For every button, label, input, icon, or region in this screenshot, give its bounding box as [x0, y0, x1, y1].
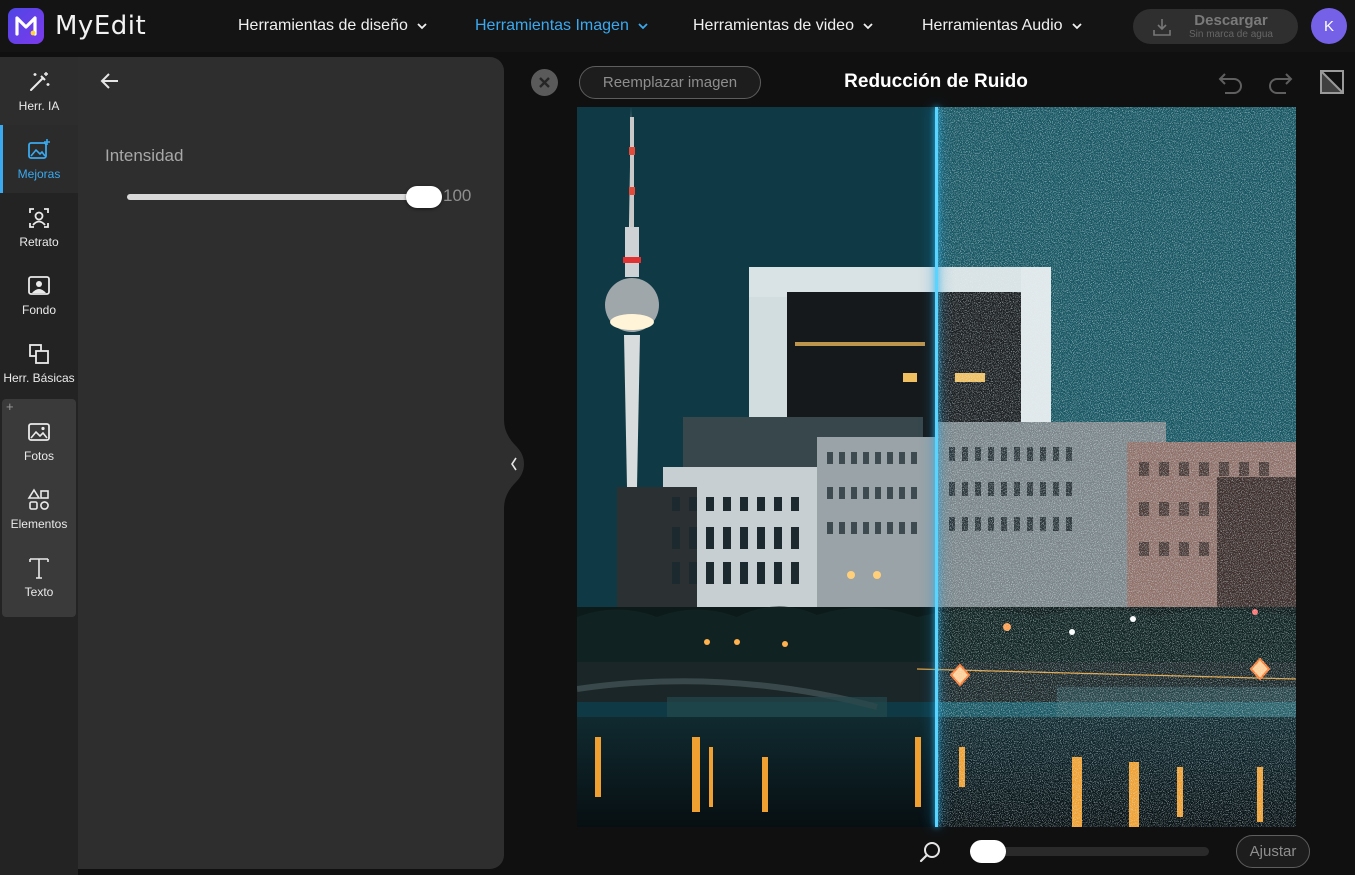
fit-button[interactable]: Ajustar — [1236, 835, 1310, 868]
nav-image-tools[interactable]: Herramientas Imagen — [475, 0, 649, 52]
compare-icon[interactable] — [1317, 67, 1347, 97]
top-bar: MyEdit Herramientas de diseño Herramient… — [0, 0, 1355, 52]
myedit-logo-icon — [8, 8, 44, 44]
rail-label: Mejoras — [17, 167, 61, 181]
download-icon — [1153, 19, 1171, 36]
nav-label: Herramientas de video — [693, 17, 854, 34]
app-name: MyEdit — [55, 11, 147, 41]
page-title: Reducción de Ruido — [844, 71, 1028, 92]
text-icon — [29, 558, 49, 579]
nav-design-tools[interactable]: Herramientas de diseño — [238, 0, 428, 52]
download-button[interactable]: Descargar Sin marca de agua — [1133, 9, 1298, 44]
rail-label: Fondo — [21, 303, 57, 317]
rail-label: Herr. IA — [18, 99, 60, 113]
settings-panel: Intensidad 100 — [78, 57, 504, 869]
rail-label: Texto — [24, 585, 54, 599]
rail-item-enhancements[interactable]: Mejoras — [0, 125, 78, 193]
portrait-icon — [29, 208, 49, 228]
rail-item-background[interactable]: Fondo — [0, 261, 78, 329]
close-icon — [539, 77, 550, 88]
rail-label: Herr. Básicas — [3, 371, 75, 385]
search-icon[interactable] — [917, 839, 943, 865]
replace-image-button[interactable]: Reemplazar imagen — [579, 66, 761, 99]
nav-label: Herramientas de diseño — [238, 17, 408, 34]
rail-item-ai-tools[interactable]: Herr. IA — [0, 57, 78, 125]
chevron-down-icon — [863, 23, 873, 30]
comparison-split-handle[interactable] — [934, 107, 938, 827]
nav-audio-tools[interactable]: Herramientas Audio — [922, 0, 1083, 52]
download-label: Descargar — [1194, 12, 1268, 29]
image-sparkle-icon — [28, 139, 50, 159]
shapes-icon — [27, 488, 49, 510]
download-sublabel: Sin marca de agua — [1189, 29, 1273, 40]
rail-item-photos[interactable]: Fotos — [0, 407, 78, 475]
rail-label: Retrato — [19, 235, 59, 249]
rail-item-basic-tools[interactable]: Herr. Básicas — [0, 329, 78, 397]
rail-item-portrait[interactable]: Retrato — [0, 193, 78, 261]
crop-copy-icon — [29, 344, 49, 364]
logo[interactable]: MyEdit — [8, 8, 146, 44]
zoom-slider-thumb[interactable] — [970, 840, 1006, 863]
close-image-button[interactable] — [531, 69, 558, 96]
collapse-panel-handle[interactable] — [504, 420, 524, 508]
chevron-down-icon — [417, 23, 427, 30]
nav-label: Herramientas Audio — [922, 17, 1063, 34]
tool-rail: Herr. IA Mejoras Retrato Fondo Herr. Bás… — [0, 57, 78, 875]
intensity-label: Intensidad — [105, 146, 184, 165]
intensity-slider-thumb[interactable] — [406, 186, 442, 208]
back-arrow-icon[interactable] — [98, 69, 122, 93]
nav-video-tools[interactable]: Herramientas de video — [693, 0, 874, 52]
rail-item-elements[interactable]: Elementos — [0, 475, 78, 543]
photo-icon — [28, 423, 50, 441]
chevron-down-icon — [1071, 23, 1082, 30]
rail-label: Elementos — [10, 517, 68, 531]
rail-item-text[interactable]: Texto — [0, 543, 78, 611]
chevron-down-icon — [638, 23, 648, 30]
download-texts: Descargar Sin marca de agua — [1182, 12, 1280, 41]
undo-icon[interactable] — [1216, 67, 1246, 97]
user-avatar[interactable]: K — [1311, 8, 1347, 44]
background-icon — [28, 276, 50, 295]
intensity-slider-track[interactable] — [127, 194, 424, 200]
nav-label: Herramientas Imagen — [475, 17, 629, 34]
intensity-value: 100 — [443, 186, 472, 205]
redo-icon[interactable] — [1265, 67, 1295, 97]
rail-label: Fotos — [23, 449, 54, 463]
magic-wand-icon — [30, 72, 50, 91]
